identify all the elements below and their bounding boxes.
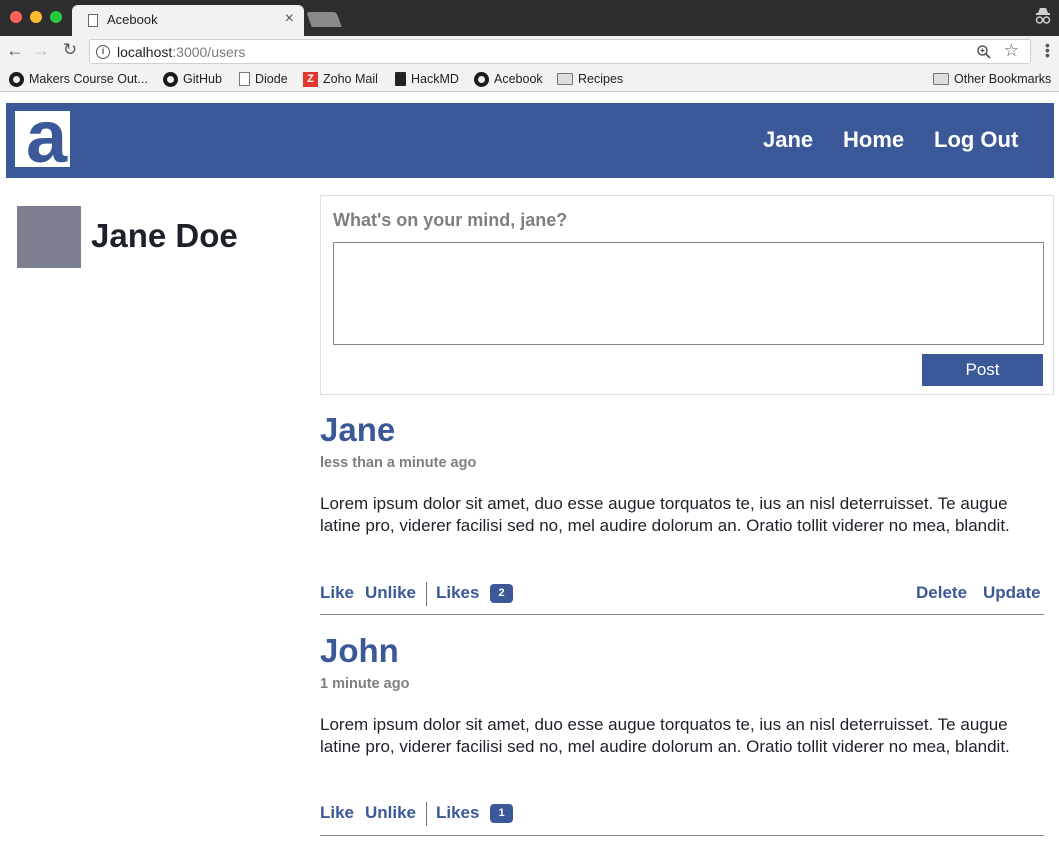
logo-letter: a — [26, 111, 68, 167]
bookmark-zoho-mail[interactable]: Z Zoho Mail — [303, 71, 378, 87]
composer-prompt: What's on your mind, jane? — [333, 210, 568, 230]
browser-menu-icon[interactable]: • • • — [1045, 38, 1050, 62]
actions-divider — [426, 802, 427, 826]
nav-logout-link[interactable]: Log Out — [934, 127, 1018, 153]
close-tab-icon[interactable]: × — [285, 10, 294, 28]
minimize-window-button[interactable] — [30, 11, 42, 23]
bookmark-star-icon[interactable]: ☆ — [1004, 41, 1019, 61]
page-icon — [88, 14, 98, 27]
address-bar[interactable]: i localhost:3000/users ☆ — [89, 39, 1031, 64]
likes-count-badge: 2 — [490, 584, 513, 603]
like-button[interactable]: Like — [320, 583, 354, 603]
post-body: Lorem ipsum dolor sit amet, duo esse aug… — [320, 715, 1010, 756]
document-icon — [239, 72, 250, 86]
likes-count-badge: 1 — [490, 804, 513, 823]
site-navbar: a Jane Home Log Out — [6, 103, 1054, 178]
post-item: Jane less than a minute ago Lorem ipsum … — [320, 411, 1044, 616]
url-host: localhost — [117, 44, 173, 60]
zoom-icon[interactable] — [976, 44, 992, 60]
bookmark-github[interactable]: GitHub — [163, 71, 222, 87]
bookmark-label: Other Bookmarks — [954, 72, 1052, 86]
bookmark-label: Acebook — [494, 72, 543, 86]
post-item: John 1 minute ago Lorem ipsum dolor sit … — [320, 632, 1044, 837]
bookmark-makers-course[interactable]: Makers Course Out... — [9, 71, 148, 87]
close-window-button[interactable] — [10, 11, 22, 23]
post-text-input[interactable] — [333, 242, 1044, 345]
post-composer: What's on your mind, jane? Post — [320, 195, 1054, 395]
unlike-button[interactable]: Unlike — [365, 803, 416, 823]
post-author[interactable]: John — [320, 632, 399, 670]
bookmark-label: GitHub — [183, 72, 222, 86]
actions-divider — [426, 582, 427, 606]
post-author[interactable]: Jane — [320, 411, 395, 449]
bookmark-diode[interactable]: Diode — [239, 71, 288, 87]
post-divider — [320, 614, 1044, 615]
bookmark-label: HackMD — [411, 72, 459, 86]
browser-tab-bar: Acebook × — [0, 0, 1059, 36]
maximize-window-button[interactable] — [50, 11, 62, 23]
avatar — [17, 206, 81, 268]
new-tab-button[interactable] — [306, 12, 342, 27]
document-filled-icon — [395, 72, 406, 86]
post-actions: Like Unlike Likes 2 Delete Update — [320, 582, 1044, 607]
bookmarks-bar: Makers Course Out... GitHub Diode Z Zoho … — [0, 66, 1059, 92]
bookmark-label: Recipes — [578, 72, 624, 86]
folder-icon — [557, 73, 573, 85]
url-path: :3000/users — [172, 44, 246, 60]
like-button[interactable]: Like — [320, 803, 354, 823]
site-info-icon[interactable]: i — [96, 45, 110, 59]
post-actions: Like Unlike Likes 1 — [320, 802, 1044, 827]
bookmark-label: Zoho Mail — [323, 72, 378, 86]
unlike-button[interactable]: Unlike — [365, 583, 416, 603]
post-timestamp: less than a minute ago — [320, 455, 477, 471]
bookmark-label: Makers Course Out... — [29, 72, 148, 86]
other-bookmarks[interactable]: Other Bookmarks — [933, 71, 1051, 87]
github-icon — [163, 71, 178, 87]
post-divider — [320, 835, 1044, 836]
acebook-logo[interactable]: a — [15, 111, 70, 167]
nav-home-link[interactable]: Home — [843, 127, 904, 153]
likes-label[interactable]: Likes — [436, 803, 479, 823]
post-timestamp: 1 minute ago — [320, 676, 410, 692]
incognito-icon — [1035, 8, 1051, 24]
bookmark-acebook[interactable]: Acebook — [474, 71, 543, 87]
github-icon — [9, 71, 24, 87]
post-body: Lorem ipsum dolor sit amet, duo esse aug… — [320, 494, 1010, 535]
bookmark-recipes[interactable]: Recipes — [557, 71, 623, 87]
bookmark-hackmd[interactable]: HackMD — [395, 71, 459, 87]
zoho-icon: Z — [303, 71, 318, 87]
bookmark-label: Diode — [255, 72, 288, 86]
nav-user-link[interactable]: Jane — [763, 127, 813, 153]
likes-label[interactable]: Likes — [436, 583, 479, 603]
browser-tab-acebook[interactable]: Acebook × — [72, 5, 304, 36]
github-icon — [474, 71, 489, 87]
folder-icon — [933, 73, 949, 85]
browser-toolbar: ← → ↻ i localhost:3000/users ☆ • • • — [0, 36, 1059, 66]
url-text[interactable]: localhost:3000/users — [117, 44, 245, 60]
profile-name: Jane Doe — [91, 217, 238, 254]
update-button[interactable]: Update — [983, 583, 1041, 603]
forward-button[interactable]: → — [30, 39, 52, 61]
tab-title: Acebook — [107, 12, 158, 27]
post-button[interactable]: Post — [922, 354, 1043, 386]
delete-button[interactable]: Delete — [916, 583, 967, 603]
back-button[interactable]: ← — [4, 39, 26, 61]
reload-button[interactable]: ↻ — [59, 39, 81, 61]
